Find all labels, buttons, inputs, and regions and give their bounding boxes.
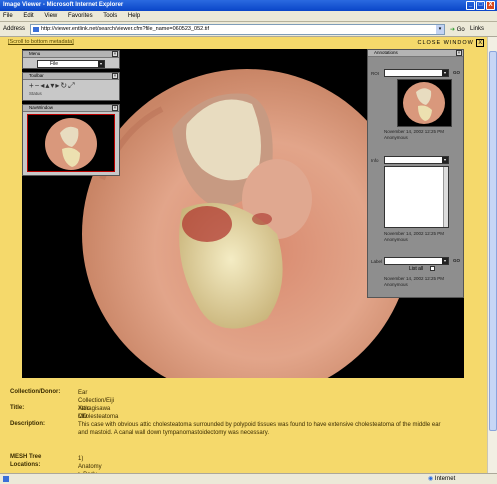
annotations-pane: Annotations × ROI ▾ GO November 14, 2002… [367, 49, 464, 298]
close-window-label: CLOSE WINDOW [417, 40, 474, 46]
collection-label: Collection/Donor: [10, 389, 61, 395]
go-button[interactable]: ➔ Go [450, 26, 465, 33]
roi-thumbnail [397, 79, 452, 127]
roi-label: ROI [371, 71, 380, 76]
toolbar-pane-header: Toolbar × [23, 73, 119, 80]
label-user: Anonymous [384, 282, 408, 287]
links-button[interactable]: Links [470, 26, 484, 32]
label-go-button[interactable]: GO [453, 258, 460, 263]
chevron-down-icon: ▾ [442, 70, 448, 76]
close-window-button[interactable]: X [486, 1, 495, 10]
label-select[interactable]: ▾ [384, 257, 449, 265]
address-input[interactable]: http://viewer.entlink.net/search/viewer.… [30, 24, 445, 35]
vertical-scrollbar[interactable] [487, 37, 497, 473]
toolbar-pane-title: Toolbar [29, 73, 44, 78]
title-value: Attic Cholesteatoma [78, 406, 119, 420]
menu-tools[interactable]: Tools [103, 13, 117, 19]
fullscreen-icon[interactable]: ⤢ [68, 81, 75, 90]
description-label: Description: [10, 421, 46, 427]
info-textarea[interactable] [384, 166, 449, 228]
menu-favorites[interactable]: Favorites [68, 13, 93, 19]
menu-file-select[interactable]: File ▾ [37, 60, 105, 68]
address-label: Address [3, 26, 26, 32]
image-viewer[interactable]: Menu × File ▾ Toolbar × +−◂▴▾▸↻⤢ Status … [22, 49, 464, 378]
roi-user: Anonymous [384, 135, 408, 140]
toolbar-pane: Toolbar × +−◂▴▾▸↻⤢ Status [22, 72, 120, 101]
window-title: Image Viewer - Microsoft Internet Explor… [3, 2, 124, 8]
mesh-label: MESH Tree Locations: [10, 454, 42, 468]
nav-thumbnail[interactable] [27, 114, 115, 172]
title-label: Title: [10, 405, 25, 411]
nav-window-close-icon[interactable]: × [112, 105, 118, 111]
close-x-icon: X [476, 39, 484, 47]
globe-icon: ◉ [428, 476, 434, 482]
roi-thumbnail-image [403, 82, 445, 124]
label-label: Label [371, 259, 383, 264]
roi-select[interactable]: ▾ [384, 69, 449, 77]
menu-pane-title: Menu [29, 51, 41, 56]
scroll-to-metadata-link[interactable]: [Scroll to bottom metadata] [8, 39, 74, 45]
annotations-title: Annotations [374, 50, 398, 55]
close-window-link[interactable]: CLOSE WINDOW X [417, 39, 484, 47]
go-label: Go [456, 27, 465, 33]
address-url: http://viewer.entlink.net/search/viewer.… [41, 26, 210, 32]
chevron-down-icon: ▾ [442, 258, 448, 264]
info-label: Info [371, 158, 379, 163]
toolbar-buttons: +−◂▴▾▸↻⤢ [23, 80, 119, 91]
nav-window-title: NavWindow [29, 105, 54, 110]
go-arrow-icon: ➔ [450, 27, 456, 33]
menu-pane: Menu × File ▾ [22, 50, 120, 69]
window-titlebar: Image Viewer - Microsoft Internet Explor… [0, 0, 497, 11]
menu-file[interactable]: File [3, 13, 13, 19]
menu-pane-close-icon[interactable]: × [112, 51, 118, 57]
roi-go-button[interactable]: GO [453, 70, 460, 75]
list-all-checkbox[interactable] [430, 266, 435, 271]
chevron-down-icon: ▾ [442, 157, 448, 163]
info-scrollbar[interactable] [443, 167, 448, 227]
menu-help[interactable]: Help [128, 13, 140, 19]
info-select[interactable]: ▾ [384, 156, 449, 164]
info-timestamp: November 14, 2002 12:25 PM [384, 231, 445, 236]
minimize-button[interactable]: _ [466, 1, 475, 10]
roi-timestamp: November 14, 2002 12:25 PM [384, 129, 445, 134]
maximize-button[interactable]: □ [476, 1, 485, 10]
menu-view[interactable]: View [44, 13, 57, 19]
address-dropdown-icon[interactable]: ▾ [436, 25, 444, 34]
annotations-close-icon[interactable]: × [456, 50, 462, 56]
list-all-label: List all [409, 266, 424, 272]
nav-window-pane: NavWindow × [22, 104, 120, 176]
status-bar: ◉ Internet [0, 473, 497, 484]
internet-zone: ◉ Internet [428, 474, 455, 484]
page-top-links: [Scroll to bottom metadata] CLOSE WINDOW… [8, 39, 484, 47]
reset-icon[interactable]: ↻ [60, 81, 68, 90]
nav-thumbnail-image [45, 118, 97, 170]
menu-edit[interactable]: Edit [23, 13, 33, 19]
scrollbar-thumb[interactable] [489, 51, 497, 431]
menu-select-value: File [50, 61, 59, 67]
address-bar: Address http://viewer.entlink.net/search… [0, 22, 497, 37]
label-timestamp: November 14, 2002 12:25 PM [384, 276, 445, 281]
nav-window-header: NavWindow × [23, 105, 119, 112]
menu-pane-header: Menu × [23, 51, 119, 58]
internet-zone-label: Internet [434, 476, 456, 482]
toolbar-status: Status [29, 91, 42, 96]
annotations-header: Annotations × [368, 50, 463, 57]
page-status-icon [3, 476, 9, 482]
menu-bar: File Edit View Favorites Tools Help [0, 11, 497, 22]
toolbar-pane-close-icon[interactable]: × [112, 73, 118, 79]
description-value: This case with obvious attic cholesteato… [78, 422, 441, 436]
info-user: Anonymous [384, 237, 408, 242]
page-icon [33, 27, 39, 32]
chevron-down-icon: ▾ [98, 61, 104, 67]
